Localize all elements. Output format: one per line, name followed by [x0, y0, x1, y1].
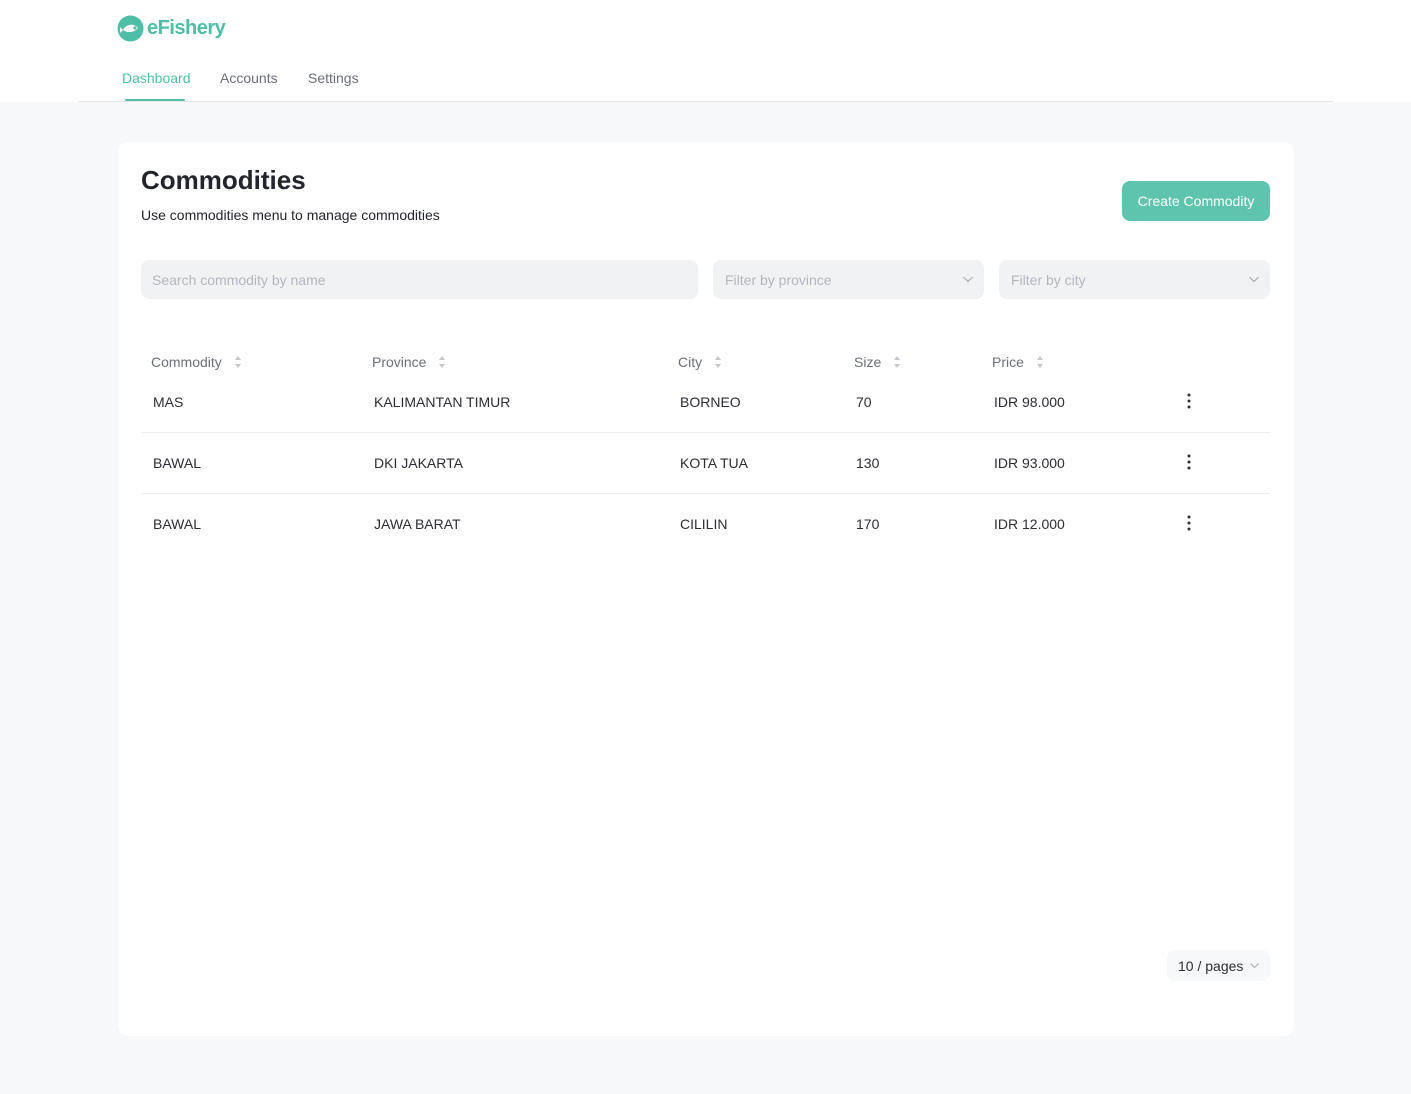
- table-row[interactable]: BAWAL JAWA BARAT CILILIN 170 IDR 12.000: [141, 494, 1270, 555]
- commodities-card: Commodities Use commodities menu to mana…: [118, 142, 1294, 1036]
- column-header-price[interactable]: Price: [992, 354, 1044, 370]
- cell-province: KALIMANTAN TIMUR: [374, 394, 511, 410]
- kebab-menu-icon[interactable]: [1184, 453, 1194, 471]
- column-header-label: Price: [992, 354, 1024, 370]
- city-filter-select[interactable]: Filter by city: [999, 260, 1270, 299]
- page-title: Commodities: [141, 165, 306, 195]
- chevron-down-icon: [1249, 276, 1259, 283]
- column-header-commodity[interactable]: Commodity: [151, 354, 242, 370]
- column-header-city[interactable]: City: [678, 354, 722, 370]
- column-header-size[interactable]: Size: [854, 354, 901, 370]
- cell-province: DKI JAKARTA: [374, 455, 463, 471]
- kebab-menu-icon[interactable]: [1184, 392, 1194, 410]
- cell-city: BORNEO: [680, 394, 741, 410]
- table-row[interactable]: MAS KALIMANTAN TIMUR BORNEO 70 IDR 98.00…: [141, 372, 1270, 433]
- cell-size: 130: [856, 455, 880, 471]
- column-header-label: Province: [372, 354, 427, 370]
- tab-accounts[interactable]: Accounts: [220, 70, 278, 86]
- chevron-down-icon: [963, 276, 973, 283]
- sort-icon: [439, 356, 446, 368]
- column-header-label: Size: [854, 354, 882, 370]
- search-input[interactable]: [141, 260, 698, 299]
- brand-name: eFishery: [147, 16, 226, 39]
- tab-settings[interactable]: Settings: [308, 70, 359, 86]
- cell-price: IDR 12.000: [994, 516, 1065, 532]
- brand-logo[interactable]: eFishery: [117, 14, 226, 42]
- page-size-label: 10 / pages: [1178, 957, 1244, 974]
- city-filter-placeholder: Filter by city: [1011, 271, 1086, 288]
- tab-dashboard[interactable]: Dashboard: [122, 70, 191, 86]
- sort-icon: [234, 356, 241, 368]
- cell-price: IDR 93.000: [994, 455, 1065, 471]
- create-commodity-button[interactable]: Create Commodity: [1122, 181, 1270, 221]
- cell-commodity: BAWAL: [153, 516, 201, 532]
- table-row[interactable]: BAWAL DKI JAKARTA KOTA TUA 130 IDR 93.00…: [141, 433, 1270, 494]
- cell-province: JAWA BARAT: [374, 516, 461, 532]
- cell-city: KOTA TUA: [680, 455, 748, 471]
- sort-icon: [1036, 356, 1043, 368]
- header-divider: [78, 101, 1333, 102]
- column-header-province[interactable]: Province: [372, 354, 446, 370]
- top-bar: eFishery Dashboard Accounts Settings: [0, 0, 1411, 102]
- page-subtitle: Use commodities menu to manage commoditi…: [141, 207, 440, 223]
- cell-size: 70: [856, 394, 872, 410]
- cell-price: IDR 98.000: [994, 394, 1065, 410]
- efishery-logo-icon: [117, 15, 144, 41]
- cell-city: CILILIN: [680, 516, 728, 532]
- page-size-select[interactable]: 10 / pages: [1167, 950, 1270, 981]
- column-header-label: City: [678, 354, 703, 370]
- province-filter-select[interactable]: Filter by province: [713, 260, 984, 299]
- cell-size: 170: [856, 516, 880, 532]
- column-header-label: Commodity: [151, 354, 222, 370]
- cell-commodity: MAS: [153, 394, 184, 410]
- cell-commodity: BAWAL: [153, 455, 201, 471]
- kebab-menu-icon[interactable]: [1184, 514, 1194, 532]
- sort-icon: [715, 356, 722, 368]
- province-filter-placeholder: Filter by province: [725, 271, 832, 288]
- sort-icon: [894, 356, 901, 368]
- chevron-down-icon: [1250, 963, 1259, 969]
